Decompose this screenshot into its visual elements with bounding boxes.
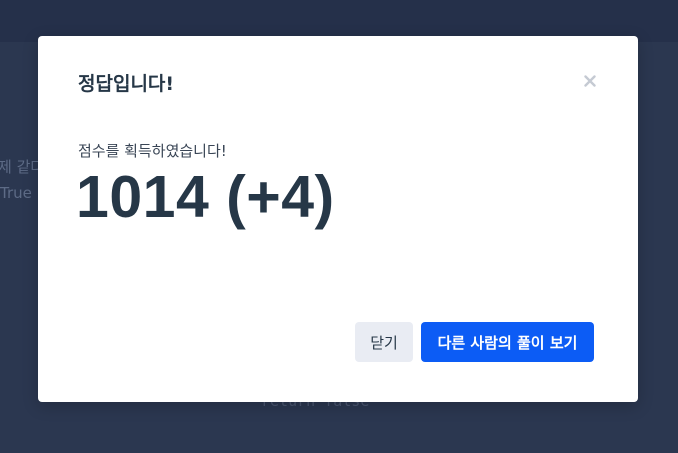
dismiss-button[interactable]: 닫기 <box>355 322 413 362</box>
modal-title: 정답입니다! <box>78 73 175 95</box>
score-value: 1014 (+4) <box>76 164 335 230</box>
result-modal: 정답입니다! 점수를 획득하였습니다! 1014 (+4) 닫기 다른 사람의 … <box>38 36 638 402</box>
close-button[interactable] <box>576 67 604 95</box>
view-other-solutions-button[interactable]: 다른 사람의 풀이 보기 <box>421 322 594 362</box>
close-icon <box>584 75 596 87</box>
score-label: 점수를 획득하였습니다! <box>78 142 227 160</box>
background-example-value: True <box>0 184 32 202</box>
